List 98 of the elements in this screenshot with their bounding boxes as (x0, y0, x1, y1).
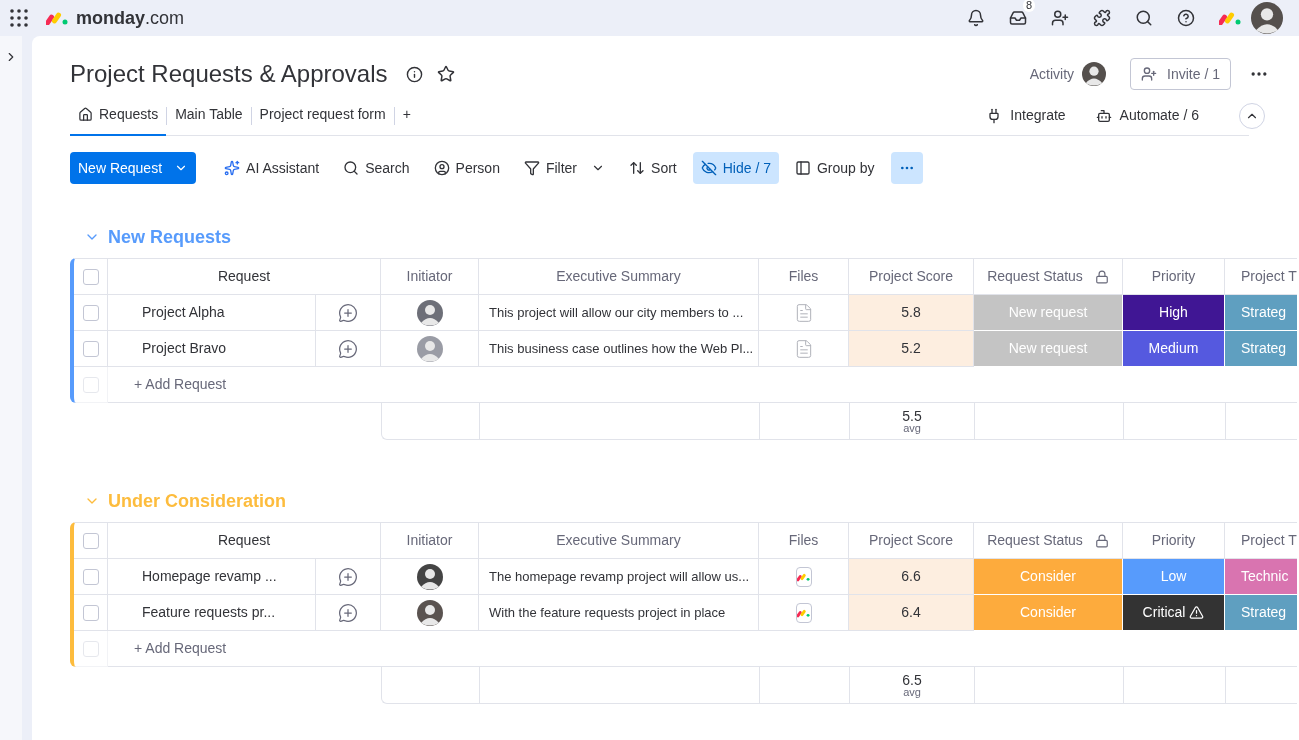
toolbar-button[interactable]: AI Assistant (216, 152, 328, 184)
column-header: Files (788, 531, 819, 550)
sort-icon (629, 160, 646, 176)
view-tab[interactable]: Main Table (167, 95, 251, 136)
row-checkbox[interactable] (82, 568, 99, 585)
logo-icon (46, 11, 70, 25)
avatar (416, 563, 443, 590)
summary-label: avg (903, 686, 921, 698)
column-header: Initiator (406, 531, 453, 550)
avatar (416, 599, 443, 626)
toolbar-button[interactable]: Sort (621, 152, 685, 184)
column-header: Project Score (868, 531, 953, 550)
star-icon[interactable] (436, 65, 455, 83)
row-checkbox[interactable] (82, 340, 99, 357)
score-value: 5.2 (901, 339, 921, 358)
column-header: Project T (1241, 267, 1297, 286)
row-checkbox[interactable] (82, 268, 99, 285)
summary-text: This project will allow our city members to ... (489, 303, 744, 322)
panel-icon (795, 160, 811, 176)
file-thumbnail[interactable] (795, 602, 812, 623)
item-name[interactable]: Feature requests pr... (142, 602, 276, 623)
add-update-icon[interactable] (338, 602, 358, 623)
toolbar-button[interactable]: Filter (515, 152, 614, 184)
person-icon (433, 160, 450, 176)
filter-icon (523, 160, 540, 176)
avatar (416, 335, 443, 362)
logo-icon (1219, 11, 1243, 25)
toolbar-button[interactable]: Person (425, 152, 508, 184)
summary-text: This business case outlines how the Web Pl... (489, 339, 754, 358)
summary-label: avg (903, 422, 921, 434)
column-header: Request (217, 267, 271, 286)
add-update-icon[interactable] (338, 566, 358, 587)
toolbar-button[interactable]: Hide / 7 (692, 152, 779, 184)
row-checkbox[interactable] (82, 604, 99, 621)
eye-off-icon (700, 160, 717, 176)
activity-link[interactable]: Activity (1029, 63, 1075, 85)
board-action-button[interactable]: Integrate (986, 105, 1066, 126)
toolbar-button[interactable]: Search (335, 152, 418, 184)
toolbar-button[interactable]: Group by (787, 152, 883, 184)
brand-name[interactable]: monday.com (76, 4, 185, 32)
summary-value: 6.5 (902, 672, 922, 687)
inbox-icon[interactable] (1009, 9, 1027, 27)
lock-icon (1094, 533, 1109, 548)
column-header: Initiator (406, 267, 453, 286)
apps-icon[interactable] (10, 9, 28, 27)
inbox-count: 8 (1022, 0, 1035, 12)
column-header: Executive Summary (556, 531, 681, 550)
invite-button[interactable]: Invite / 1 (1130, 58, 1231, 90)
invite-icon[interactable] (1051, 9, 1069, 27)
lock-icon (1094, 269, 1109, 284)
board-title: Project Requests & Approvals (70, 59, 388, 89)
add-request-link[interactable]: + Add Request (134, 638, 227, 659)
search-icon[interactable] (1135, 9, 1153, 27)
row-checkbox[interactable] (82, 304, 99, 321)
priority-label[interactable]: Medium (1123, 331, 1225, 367)
search-icon (343, 160, 360, 176)
sparkle-icon (224, 160, 241, 176)
robot-icon (1095, 107, 1112, 124)
column-header: Priority (1151, 531, 1196, 550)
score-value: 6.4 (901, 603, 921, 622)
user-avatar (1251, 2, 1283, 34)
summary-text: With the feature requests project in place (489, 603, 726, 622)
info-icon[interactable] (405, 65, 423, 83)
summary-value: 5.5 (902, 408, 922, 423)
summary-text: The homepage revamp project will allow us... (489, 567, 750, 586)
row-checkbox[interactable] (82, 532, 99, 549)
view-tab[interactable]: + (394, 95, 419, 136)
view-tab[interactable]: Project request form (251, 95, 394, 136)
home-icon (78, 107, 93, 122)
score-value: 5.8 (901, 303, 921, 322)
person-plus-icon (1141, 66, 1158, 82)
view-tab[interactable]: Requests (70, 95, 167, 136)
add-request-link[interactable]: + Add Request (134, 374, 227, 395)
column-header: Executive Summary (556, 267, 681, 286)
item-name[interactable]: Homepage revamp ... (142, 566, 277, 587)
column-header: Project T (1241, 531, 1297, 550)
item-name[interactable]: Project Alpha (142, 302, 225, 323)
help-icon[interactable] (1177, 9, 1195, 27)
add-update-icon[interactable] (338, 302, 358, 323)
column-header: Request Status (987, 267, 1083, 286)
avatar (416, 299, 443, 326)
item-name[interactable]: Project Bravo (142, 338, 227, 359)
score-value: 6.6 (901, 567, 921, 586)
priority-label[interactable]: Critical (1123, 595, 1225, 631)
add-update-icon[interactable] (338, 338, 358, 359)
column-header: Priority (1151, 267, 1196, 286)
column-header: Request Status (987, 531, 1083, 550)
priority-label[interactable]: High (1123, 295, 1225, 331)
file-thumbnail[interactable] (795, 566, 812, 587)
warning-icon (1189, 605, 1205, 620)
avatar (1082, 62, 1107, 86)
column-header: Files (788, 267, 819, 286)
puzzle-icon[interactable] (1093, 9, 1111, 27)
column-header: Project Score (868, 267, 953, 286)
notifications-icon[interactable] (967, 9, 985, 27)
board-action-button[interactable]: Automate / 6 (1095, 105, 1199, 126)
new-request-button[interactable]: New Request (70, 152, 197, 184)
column-header: Request (217, 531, 271, 550)
